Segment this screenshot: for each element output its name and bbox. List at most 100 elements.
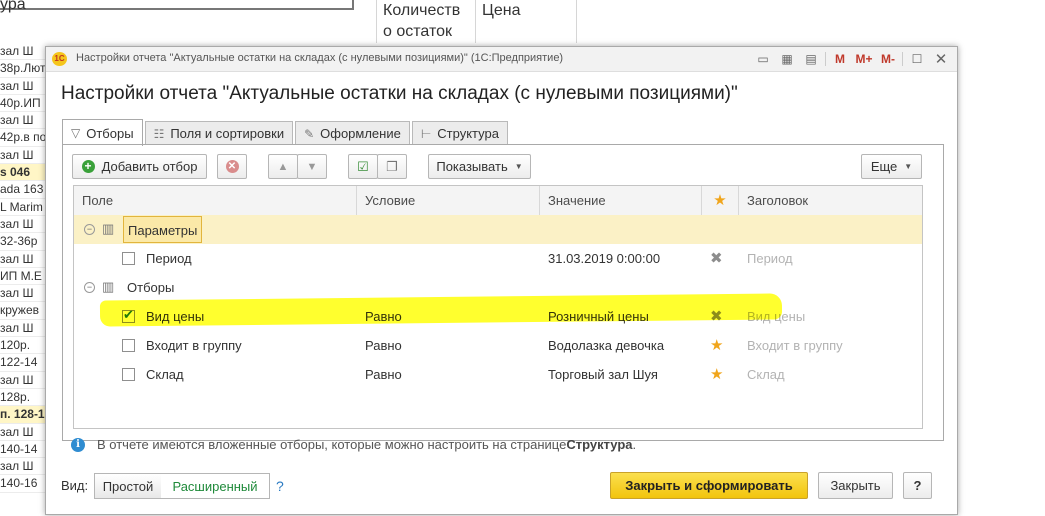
background-row: ada 163	[0, 181, 45, 199]
row-condition[interactable]: Равно	[365, 331, 402, 360]
memory-mminus-button[interactable]: M-	[876, 50, 900, 68]
table-row[interactable]: Период 31.03.2019 0:00:00 ✖ Период	[74, 244, 922, 273]
background-row: 140-14	[0, 441, 45, 459]
row-field: Входит в группу	[146, 338, 242, 353]
more-dropdown[interactable]: Еще ▼	[861, 154, 922, 179]
info-text: В отчете имеются вложенные отборы, котор…	[97, 437, 567, 452]
close-button[interactable]: Закрыть	[818, 472, 893, 499]
header-field[interactable]: Поле	[74, 186, 357, 215]
window-title: Настройки отчета "Актуальные остатки на …	[76, 52, 564, 64]
column-divider	[475, 0, 476, 43]
column-header-price[interactable]: Цена	[482, 0, 520, 21]
help-link[interactable]: ?	[276, 478, 284, 494]
app-logo-icon: 1С	[52, 52, 67, 66]
background-row: 38р.Лют	[0, 60, 45, 78]
view-label: Вид:	[61, 478, 89, 493]
print-icon[interactable]: ▭	[751, 50, 775, 68]
background-row: 40р.ИП	[0, 95, 45, 113]
background-row: 42р.в по	[0, 129, 45, 147]
chevron-down-icon: ▼	[514, 162, 523, 171]
arrow-up-icon: ▲	[277, 160, 289, 173]
row-checkbox[interactable]	[122, 252, 135, 265]
background-row: s 046	[0, 164, 45, 182]
column-header-quantity[interactable]: Количеств о остаток	[383, 0, 460, 42]
uncheck-all-button[interactable]: ❐	[377, 154, 407, 179]
calendar-icon[interactable]: ▤	[799, 50, 823, 68]
chevron-down-icon: ▼	[904, 162, 913, 171]
row-value[interactable]: 31.03.2019 0:00:00	[548, 244, 660, 273]
header-value[interactable]: Значение	[540, 186, 702, 215]
add-filter-button[interactable]: + Добавить отбор	[72, 154, 207, 179]
background-row: зал Ш	[0, 285, 45, 303]
row-checkbox[interactable]	[122, 368, 135, 381]
tab-label: Структура	[437, 126, 499, 141]
check-all-button[interactable]: ☑	[348, 154, 378, 179]
background-row: 140-16	[0, 475, 45, 493]
tab-fields-sorting[interactable]: ☷ Поля и сортировки	[144, 121, 294, 145]
column-divider	[376, 0, 377, 43]
star-icon: ★	[713, 192, 727, 209]
report-settings-dialog: 1С Настройки отчета "Актуальные остатки …	[45, 46, 958, 515]
view-advanced-button[interactable]: Расширенный	[161, 473, 270, 499]
background-row: кружев	[0, 302, 45, 320]
group-label: Параметры	[123, 216, 203, 243]
tab-label: Отборы	[86, 125, 134, 141]
uncheck-all-icon: ❐	[386, 158, 398, 174]
background-top-field: ура	[0, 0, 354, 13]
table-row[interactable]: Входит в группу Равно Водолазка девочка …	[74, 331, 922, 360]
column-divider	[576, 0, 577, 43]
row-condition[interactable]: Равно	[365, 360, 402, 389]
more-label: Еще	[870, 159, 898, 174]
structure-link[interactable]: Структура	[566, 437, 632, 452]
collapse-icon[interactable]: −	[84, 224, 95, 235]
background-row: зал Ш	[0, 147, 45, 165]
separator	[825, 52, 826, 66]
move-up-button[interactable]: ▲	[268, 154, 298, 179]
header-title[interactable]: Заголовок	[739, 186, 922, 215]
parameters-group-icon: ▥	[102, 221, 115, 236]
check-all-icon: ☑	[357, 158, 369, 174]
tab-appearance[interactable]: ✎ Оформление	[295, 121, 410, 145]
memory-m-button[interactable]: M	[828, 50, 852, 68]
row-title[interactable]: Склад	[747, 360, 785, 389]
tab-filters[interactable]: ▽ Отборы	[62, 119, 143, 146]
tab-label: Оформление	[320, 126, 401, 141]
x-mark-icon[interactable]: ✖	[710, 244, 723, 273]
star-icon[interactable]: ★	[710, 331, 723, 360]
background-row: зал Ш	[0, 372, 45, 389]
nested-filters-info: i В отчете имеются вложенные отборы, кот…	[71, 437, 636, 452]
tab-label: Поля и сортировки	[170, 126, 285, 141]
tab-bar: ▽ Отборы ☷ Поля и сортировки ✎ Оформлени…	[62, 119, 510, 146]
row-title[interactable]: Входит в группу	[747, 331, 843, 360]
memory-mplus-button[interactable]: M+	[852, 50, 876, 68]
star-icon[interactable]: ★	[710, 360, 723, 389]
row-checkbox[interactable]	[122, 339, 135, 352]
background-top-text: ура	[0, 0, 26, 13]
arrow-down-icon: ▼	[306, 160, 318, 173]
background-row: зал Ш	[0, 43, 45, 61]
close-and-generate-button[interactable]: Закрыть и сформировать	[610, 472, 808, 499]
row-title[interactable]: Период	[747, 244, 793, 273]
background-row: зал Ш	[0, 112, 45, 130]
row-value[interactable]: Водолазка девочка	[548, 331, 664, 360]
view-simple-button[interactable]: Простой	[94, 473, 162, 499]
maximize-icon[interactable]: ☐	[905, 50, 929, 68]
filters-group-icon: ▥	[102, 279, 115, 294]
table-row[interactable]: Склад Равно Торговый зал Шуя ★ Склад	[74, 360, 922, 389]
background-row: п. 128-1	[0, 406, 45, 424]
move-down-button[interactable]: ▼	[297, 154, 327, 179]
help-button[interactable]: ?	[903, 472, 932, 499]
group-label: Отборы	[127, 280, 175, 295]
header-condition[interactable]: Условие	[357, 186, 540, 215]
delete-button[interactable]: ✕	[217, 154, 247, 179]
calculator-icon[interactable]: ▦	[775, 50, 799, 68]
tab-structure[interactable]: ⊢ Структура	[411, 121, 508, 145]
header-star[interactable]: ★	[702, 186, 739, 215]
show-dropdown[interactable]: Показывать ▼	[428, 154, 531, 179]
group-row-parameters[interactable]: − ▥ Параметры	[74, 215, 922, 244]
background-row: ИП М.Е	[0, 268, 45, 286]
close-icon[interactable]: ✕	[929, 50, 953, 68]
delete-icon: ✕	[225, 160, 239, 173]
row-value[interactable]: Торговый зал Шуя	[548, 360, 658, 389]
collapse-icon[interactable]: −	[84, 282, 95, 293]
